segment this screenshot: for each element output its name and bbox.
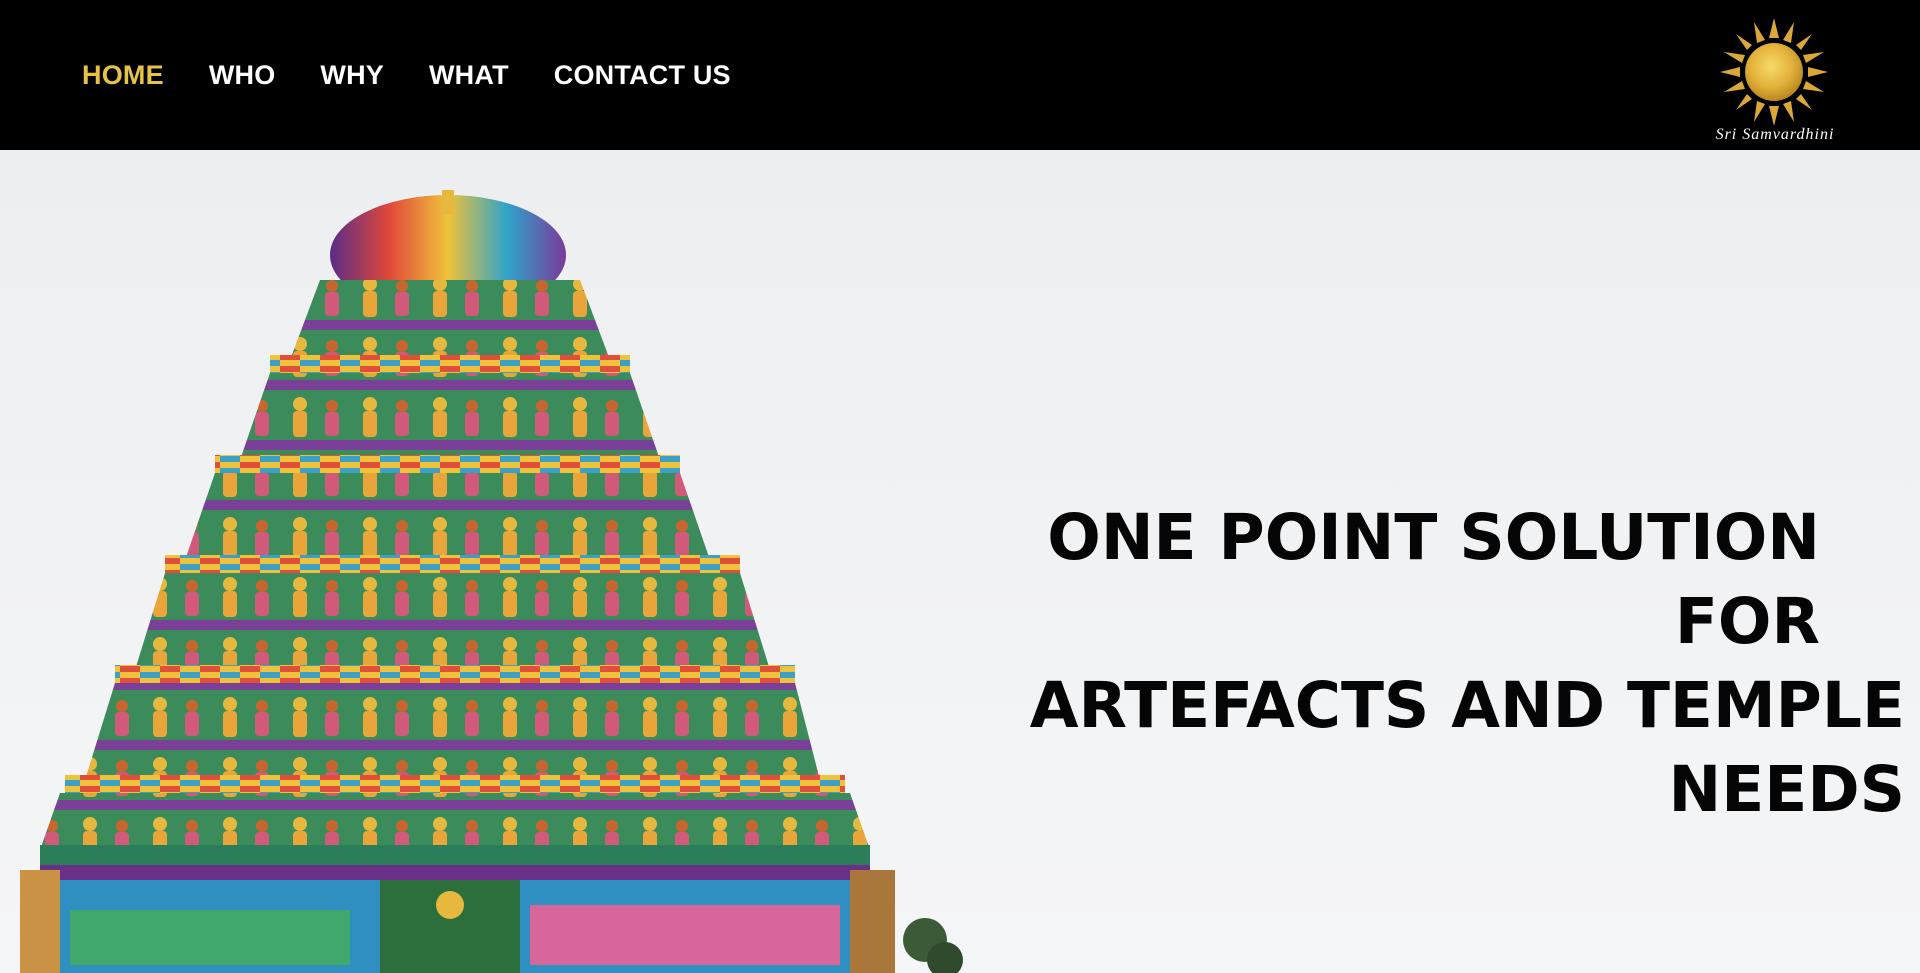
nav-who-link[interactable]: WHO	[209, 60, 276, 91]
temple-gopuram-image	[20, 190, 963, 973]
nav-what-link[interactable]: WHAT	[429, 60, 509, 91]
nav-home-link[interactable]: HOME	[82, 60, 164, 91]
hero-section: ONE POINT SOLUTION FOR ARTEFACTS AND TEM…	[0, 150, 1920, 973]
nav-why-link[interactable]: WHY	[320, 60, 384, 91]
hero-headline-line2: ARTEFACTS AND TEMPLE NEEDS	[1029, 669, 1905, 827]
hero-headline-line1: ONE POINT SOLUTION FOR	[1047, 501, 1820, 659]
sun-and-crescent-moon-icon	[1720, 12, 1828, 126]
nav-contact-us-link[interactable]: CONTACT US	[554, 60, 731, 91]
main-nav: HOME WHO WHY WHAT CONTACT US	[82, 55, 731, 95]
brand-name: Sri Samvardhini	[1715, 126, 1835, 143]
brand-logo[interactable]: Sri Samvardhini	[1700, 4, 1850, 148]
top-navigation-bar: HOME WHO WHY WHAT CONTACT US Sri Samvard…	[0, 0, 1920, 150]
hero-headline: ONE POINT SOLUTION FOR ARTEFACTS AND TEM…	[905, 496, 1905, 832]
